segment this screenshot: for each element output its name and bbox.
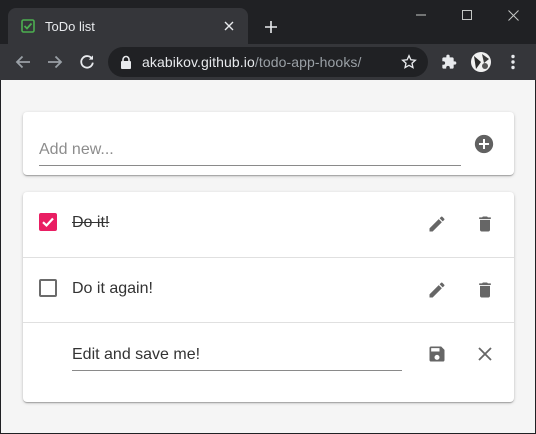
trash-icon[interactable] [473, 278, 497, 302]
lock-icon [120, 55, 132, 69]
forward-arrow-icon[interactable] [41, 48, 69, 76]
close-window-icon[interactable] [490, 0, 536, 30]
tab-title: ToDo list [45, 18, 95, 34]
maximize-window-icon[interactable] [444, 0, 490, 30]
todo-item: Do it again! [23, 257, 514, 322]
new-tab-plus-icon[interactable] [258, 14, 284, 40]
edit-todo-input[interactable] [72, 341, 402, 371]
pencil-icon[interactable] [425, 212, 449, 236]
checkbox-checked-icon[interactable] [39, 213, 57, 231]
close-icon[interactable] [473, 342, 497, 366]
floppy-disk-icon[interactable] [425, 342, 449, 366]
todo-item: Do it! [23, 192, 514, 257]
menu-kebab-icon[interactable] [499, 48, 527, 76]
todo-item-text: Do it again! [72, 280, 153, 297]
browser-tab[interactable]: ToDo list [8, 8, 248, 44]
url-text: akabikov.github.io/todo-app-hooks/ [142, 54, 362, 70]
page-viewport: Do it! Do it again! [1, 80, 535, 433]
bookmark-star-icon[interactable] [400, 53, 418, 71]
minimize-window-icon[interactable] [398, 0, 444, 30]
back-arrow-icon[interactable] [9, 48, 37, 76]
todo-list-card: Do it! Do it again! [23, 192, 514, 402]
todo-item-text: Do it! [72, 214, 110, 231]
checkbox-unchecked-icon[interactable] [39, 279, 57, 297]
todo-item-editing [23, 322, 514, 387]
trash-icon[interactable] [473, 212, 497, 236]
extensions-puzzle-icon[interactable] [435, 48, 463, 76]
profile-avatar[interactable] [467, 48, 495, 76]
address-bar[interactable]: akabikov.github.io/todo-app-hooks/ [108, 47, 428, 77]
reload-icon[interactable] [73, 48, 101, 76]
pencil-icon[interactable] [425, 278, 449, 302]
url-host: akabikov.github.io [142, 54, 255, 70]
add-todo-input[interactable] [39, 138, 461, 166]
checkbox-favicon-icon [20, 18, 36, 34]
add-todo-card [23, 112, 514, 175]
tab-close-icon[interactable] [220, 17, 238, 35]
browser-tab-strip: ToDo list [0, 0, 536, 44]
url-path: /todo-app-hooks/ [254, 54, 362, 70]
plus-circle-icon[interactable] [472, 132, 496, 156]
browser-toolbar: akabikov.github.io/todo-app-hooks/ [0, 44, 536, 80]
